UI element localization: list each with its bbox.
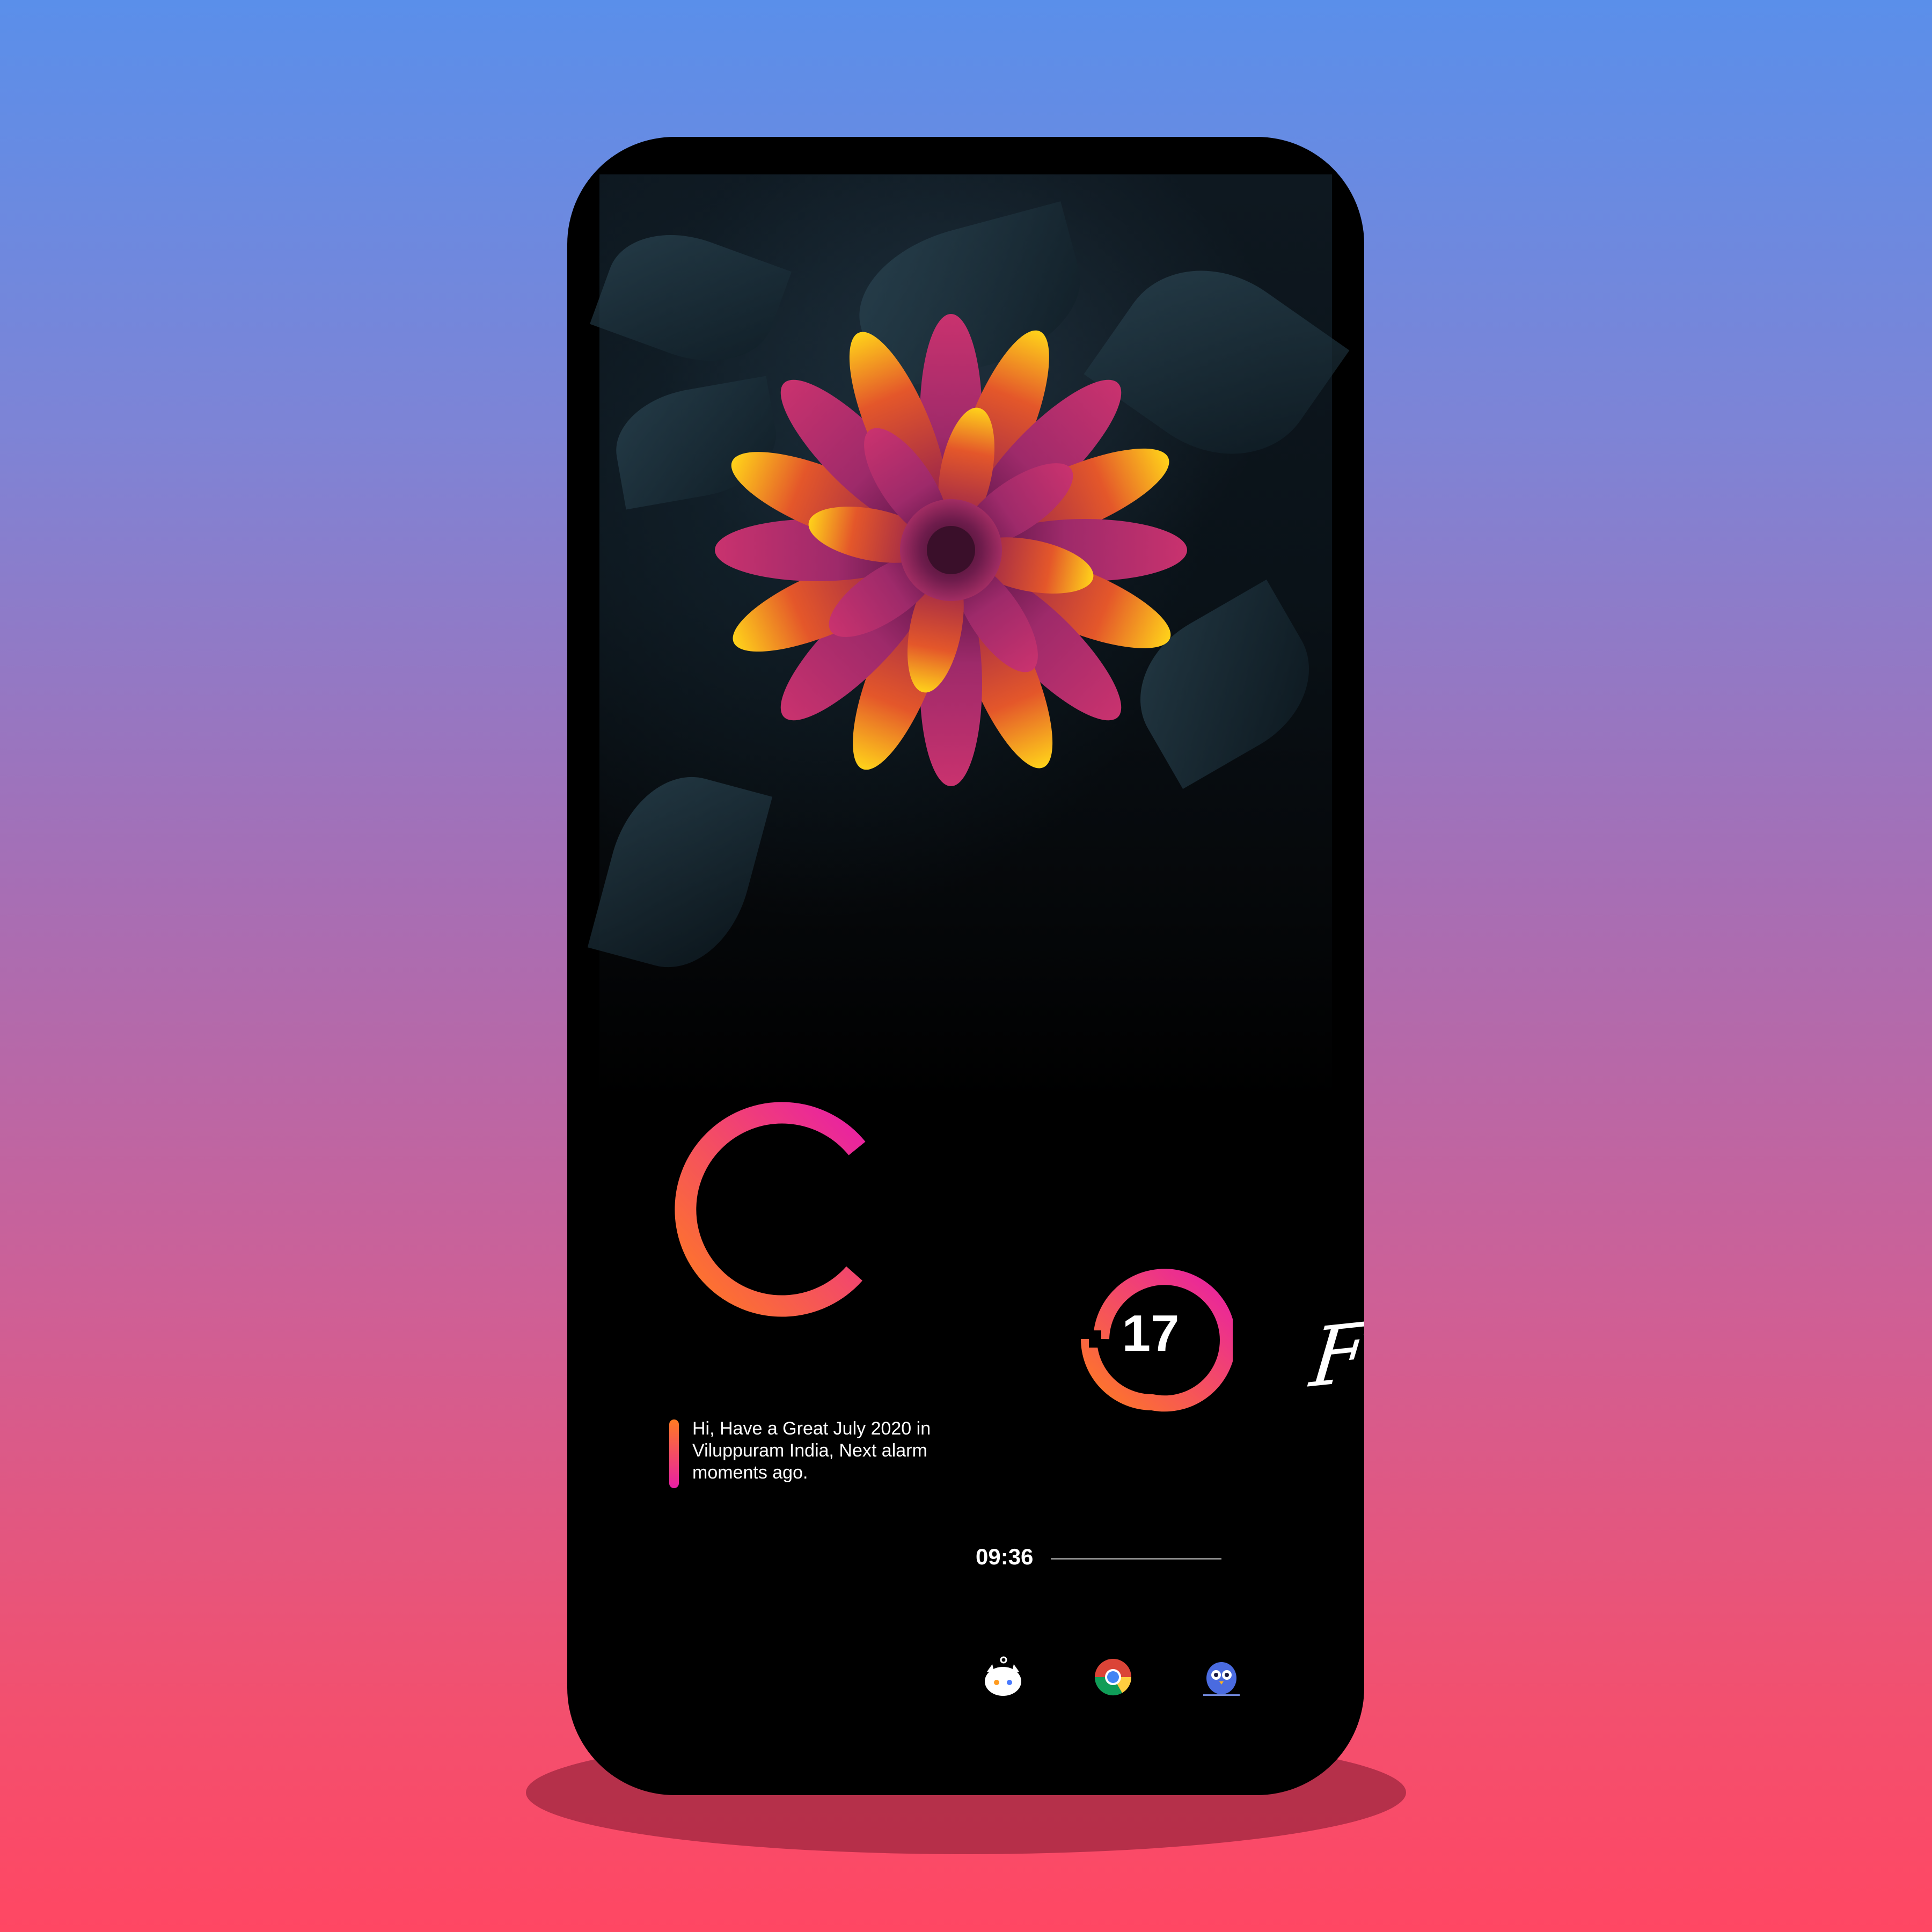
chrome-icon[interactable] (1091, 1655, 1136, 1700)
dahlia-flower (715, 314, 1187, 786)
phone-screen: Friday 17 Hi, Have a Great July 2020 in … (567, 137, 1364, 1795)
greeting-message: Hi, Have a Great July 2020 in Viluppuram… (692, 1418, 931, 1483)
clock-time[interactable]: 09:36 (976, 1544, 1033, 1570)
owl-app-icon[interactable] (1199, 1655, 1244, 1700)
date-number: 17 (1122, 1305, 1180, 1362)
mascot-app-icon[interactable] (980, 1655, 1026, 1700)
message-accent-bar (669, 1419, 679, 1488)
flower-wallpaper (587, 174, 1350, 1103)
day-name-text: Friday (1306, 1284, 1364, 1407)
clock-divider-line (1051, 1558, 1221, 1560)
day-name-ring (675, 1102, 866, 1317)
